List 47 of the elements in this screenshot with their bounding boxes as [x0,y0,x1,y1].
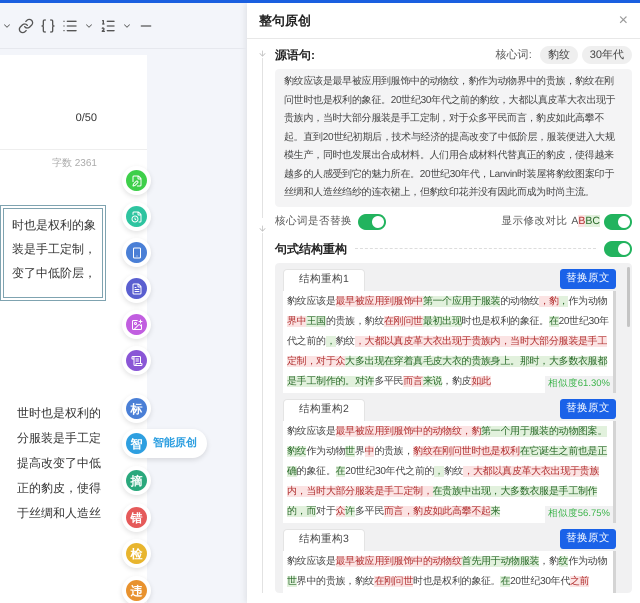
body-text-line: 世时也是权利的 [17,404,101,422]
document-clock-icon [130,210,142,222]
numbered-list-icon[interactable] [100,18,116,34]
quoted-text-line: 时也是权利的象 [12,216,96,234]
close-button[interactable]: × [618,12,628,28]
quoted-text-line: 变了中低阶层， [12,264,96,282]
result-tab[interactable]: 结构重构1 [283,268,365,290]
character-counter: 0/50 [76,111,97,126]
replace-button[interactable]: 替换原文 [560,398,616,418]
rewritten-sentence: 豹纹应该是最早被应用到服饰中的动物纹首先用于动物服装，豹纹作为动物 世界中的贵族，豹纹在刚问世时也是权利的象征。在20世纪30年代之前 [287,554,608,588]
word-count: 字数 2361 [52,156,97,170]
keyword-tag: 豹纹 [540,46,578,64]
section-heading: 句式结构重构 [275,240,347,258]
quoted-text-line: 装是手工定制， [12,240,96,258]
similarity-score: 相似度61.30% [544,376,613,392]
option-label: 显示修改对比 [501,214,568,229]
body-text-line: 正的豹皮，使得 [17,480,101,496]
toggle-switch[interactable] [604,214,632,230]
replace-button[interactable]: 替换原文 [560,528,616,548]
body-text-line: 提高改变了中低 [17,454,101,472]
list-icon[interactable] [62,18,78,34]
document-icon [130,282,142,294]
scroll-icon [130,354,142,366]
body-text-line: 分服装是手工定 [17,430,101,446]
replace-button[interactable]: 替换原文 [560,268,616,288]
result-tab[interactable]: 结构重构3 [283,528,365,550]
image-icon [130,318,142,330]
toggle-switch[interactable] [604,240,632,256]
source-sentence: 豹纹应该是最早被应用到服饰中的动物纹，豹作为动物界中的贵族，豹纹在刚问世时也是权利的象征。20世纪30年代之前的豹纹，大都以真皮革大衣出现于贵族内，当时大部分服装是手工定制，对于众多平民而言，豹皮如此高攀不起。直到20世纪初期后，技术与经济的提高改变了中低阶层，服装便进入大规模生产，同时也发展出合成材料。人们用合成材料代替真正的豹皮，使得越来越多的人感受到它的魅力所在。20世纪30年代，Lanvin时装屋将豹纹图案印于丝绸和人造丝绉纱的连衣裙上，但豹纹印花并没有因此而成为时尚主流。 [275,69,632,206]
diff-sample: ABBC [571,214,600,229]
result-tab[interactable]: 结构重构2 [283,398,365,420]
tool-pill[interactable]: 智 智能原创 [122,429,207,458]
phone-icon [130,246,142,258]
core-words-label: 核心词: [496,48,532,63]
keyword-tag: 30年代 [582,46,632,64]
tool-label: 智能原创 [153,436,197,452]
option-label: 核心词是否替换 [275,214,352,229]
similarity-score: 相似度56.75% [544,506,613,522]
body-text-line: 于丝绸和人造丝 [17,504,101,522]
toggle-switch[interactable] [358,214,386,230]
link-icon[interactable] [18,18,34,34]
section-heading: 源语句: [275,47,315,64]
panel-title: 整句原创 [259,12,311,30]
edit-document-icon [130,174,142,186]
arrow-down-icon [258,49,266,58]
arrow-down-icon [258,224,266,233]
braces-icon[interactable] [40,18,56,34]
